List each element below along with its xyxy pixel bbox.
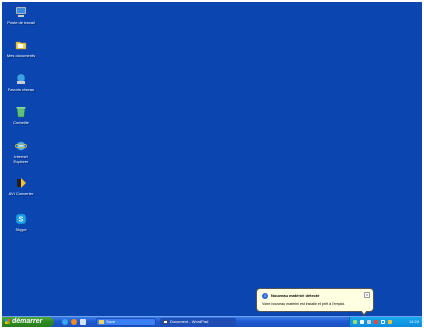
volume-icon[interactable]	[367, 320, 371, 324]
desktop[interactable]: Poste de travail Mes documents Favoris r…	[2, 2, 422, 327]
taskbar: démarrer Save Document - WordPad 14:24	[2, 316, 422, 327]
recycle-bin-icon	[16, 107, 26, 118]
close-button[interactable]: x	[364, 292, 370, 298]
folder-icon	[99, 320, 104, 324]
my-documents-icon	[15, 41, 27, 50]
start-label: démarrer	[12, 318, 43, 325]
balloon-pointer-fill	[361, 310, 367, 314]
security-icon[interactable]	[374, 320, 378, 324]
desktop-icon-network-places[interactable]: Favoris réseau	[2, 73, 40, 92]
skype-icon: S	[15, 213, 27, 225]
notification-message: Votre nouveau matériel est installé et p…	[262, 302, 346, 306]
taskbar-button-label: Save	[106, 319, 116, 324]
desktop-icon-my-computer[interactable]: Poste de travail	[2, 6, 40, 25]
system-tray: 14:24	[349, 317, 422, 327]
network-icon[interactable]	[360, 320, 364, 324]
desktop-icon-avi-converter[interactable]: AVI Converter	[2, 177, 40, 196]
my-computer-icon	[15, 6, 27, 17]
svg-text:S: S	[19, 217, 24, 224]
clock[interactable]: 14:24	[409, 317, 419, 327]
desktop-icon-recycle-bin[interactable]: Corbeille	[2, 106, 40, 125]
avi-converter-icon	[17, 178, 26, 188]
desktop-icon-label: Favoris réseau	[7, 87, 35, 92]
desktop-icon-label: Mes documents	[6, 53, 36, 58]
media-player-icon[interactable]	[71, 319, 77, 325]
desktop-icon-label: Skype	[15, 227, 27, 232]
display-icon[interactable]	[388, 320, 392, 324]
start-button[interactable]: démarrer	[2, 317, 54, 327]
notification-balloon[interactable]: i Nouveau matériel détecté Votre nouveau…	[256, 288, 374, 312]
info-icon: i	[262, 293, 268, 299]
desktop-icon-my-documents[interactable]: Mes documents	[2, 39, 40, 58]
windows-logo-icon	[5, 318, 10, 324]
network-places-icon	[16, 73, 26, 84]
desktop-icon-label: Poste de travail	[7, 20, 35, 25]
desktop-icon-label: AVI Converter	[8, 191, 34, 196]
wordpad-icon	[163, 320, 168, 324]
desktop-icon-internet-explorer[interactable]: Internet Explorer	[2, 140, 40, 164]
desktop-icon-label: Corbeille	[13, 120, 29, 125]
taskbar-button-wordpad[interactable]: Document - WordPad	[160, 318, 236, 326]
skype-tray-icon[interactable]	[381, 320, 385, 324]
internet-explorer-icon[interactable]	[62, 319, 68, 325]
hardware-icon[interactable]	[353, 320, 357, 324]
notification-title: Nouveau matériel détecté	[271, 293, 320, 298]
taskbar-button-label: Document - WordPad	[170, 319, 209, 324]
desktop-icon-skype[interactable]: S Skype	[2, 213, 40, 232]
taskbar-button-save[interactable]: Save	[96, 318, 156, 326]
desktop-icon-label: Internet Explorer	[13, 154, 29, 164]
show-desktop-icon[interactable]	[80, 319, 86, 325]
internet-explorer-icon	[15, 141, 27, 151]
